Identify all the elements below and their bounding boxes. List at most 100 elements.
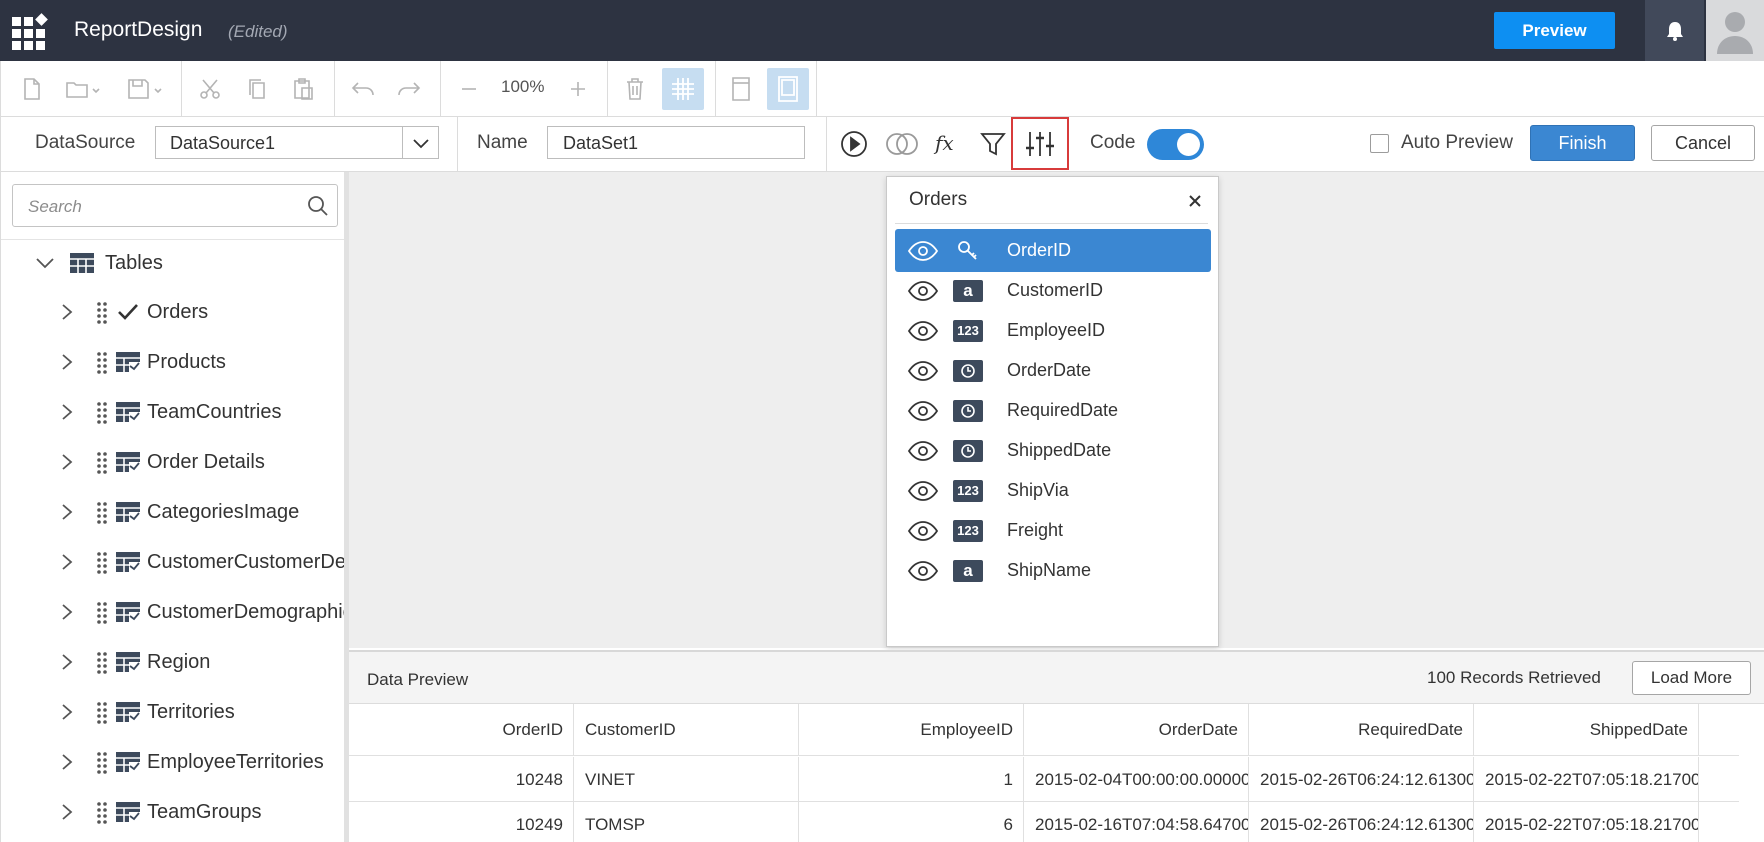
user-avatar[interactable] [1706, 0, 1764, 61]
chevron-right-icon[interactable] [57, 802, 77, 822]
column-item[interactable]: RequiredDate [895, 389, 1211, 432]
zoom-level[interactable]: 100% [501, 77, 544, 97]
eye-icon[interactable] [907, 320, 939, 342]
column-header[interactable]: EmployeeID [799, 704, 1024, 756]
drag-handle-icon[interactable] [95, 300, 109, 324]
copy-icon[interactable] [243, 75, 271, 103]
drag-handle-icon[interactable] [95, 700, 109, 724]
column-header[interactable]: OrderID [349, 704, 574, 756]
auto-preview-checkbox[interactable] [1370, 134, 1389, 153]
load-more-button[interactable]: Load More [1632, 661, 1751, 695]
drag-handle-icon[interactable] [95, 500, 109, 524]
chevron-right-icon[interactable] [57, 602, 77, 622]
expression-icon[interactable]: fx [933, 129, 963, 159]
apps-grid-icon[interactable] [12, 13, 48, 50]
tree-item[interactable]: CustomerCustomerDemo [57, 547, 344, 577]
drag-handle-icon[interactable] [95, 400, 109, 424]
table-row[interactable]: 10249 TOMSP 6 2015-02-16T07:04:58.6470000 20… [349, 802, 1739, 842]
eye-icon[interactable] [907, 480, 939, 502]
column-item-label: EmployeeID [1007, 320, 1106, 340]
drag-handle-icon[interactable] [95, 450, 109, 474]
column-item[interactable]: a CustomerID [895, 269, 1211, 312]
eye-icon[interactable] [907, 400, 939, 422]
eye-icon[interactable] [907, 440, 939, 462]
chevron-right-icon[interactable] [57, 402, 77, 422]
open-folder-icon[interactable] [63, 75, 103, 103]
chevron-down-icon[interactable] [35, 256, 55, 270]
finish-button[interactable]: Finish [1530, 125, 1635, 161]
column-item[interactable]: OrderDate [895, 349, 1211, 392]
tree-item[interactable]: TeamGroups [57, 797, 262, 827]
filter-icon[interactable] [978, 129, 1008, 159]
tree-item[interactable]: TeamCountries [57, 397, 282, 427]
save-icon[interactable] [125, 75, 165, 103]
tree-item[interactable]: Products [57, 347, 226, 377]
tree-item[interactable]: Region [57, 647, 210, 677]
code-toggle[interactable] [1147, 129, 1204, 160]
svg-text:fx: fx [933, 131, 954, 155]
chevron-down-icon[interactable] [402, 127, 438, 158]
run-icon[interactable] [839, 129, 869, 159]
close-icon[interactable] [1186, 192, 1204, 210]
tree-item[interactable]: Orders [57, 297, 208, 327]
drag-handle-icon[interactable] [95, 750, 109, 774]
page-view-icon[interactable] [727, 75, 755, 103]
cancel-button[interactable]: Cancel [1651, 125, 1755, 161]
column-item[interactable]: a ShipName [895, 549, 1211, 592]
column-item[interactable]: 123 ShipVia [895, 469, 1211, 512]
delete-icon[interactable] [621, 75, 649, 103]
column-header[interactable]: ShippedDate [1474, 704, 1699, 756]
column-header[interactable]: OrderDate [1024, 704, 1249, 756]
eye-icon[interactable] [907, 520, 939, 542]
drag-handle-icon[interactable] [95, 800, 109, 824]
undo-icon[interactable] [349, 75, 377, 103]
preview-button[interactable]: Preview [1494, 12, 1615, 49]
column-item[interactable]: 123 EmployeeID [895, 309, 1211, 352]
zoom-out-icon[interactable] [455, 75, 483, 103]
column-header[interactable]: RequiredDate [1249, 704, 1474, 756]
eye-icon[interactable] [907, 240, 939, 262]
chevron-right-icon[interactable] [57, 652, 77, 672]
column-item[interactable]: 123 Freight [895, 509, 1211, 552]
chevron-right-icon[interactable] [57, 552, 77, 572]
eye-icon[interactable] [907, 560, 939, 582]
paste-icon[interactable] [289, 75, 317, 103]
dataset-name-field[interactable]: DataSet1 [547, 126, 805, 159]
tree-item-label: Products [147, 350, 226, 373]
eye-icon[interactable] [907, 280, 939, 302]
zoom-in-icon[interactable] [564, 75, 592, 103]
tree-item[interactable]: Territories [57, 697, 235, 727]
chevron-right-icon[interactable] [57, 302, 77, 322]
drag-handle-icon[interactable] [95, 600, 109, 624]
datasource-select[interactable]: DataSource1 [155, 126, 439, 159]
tree-item[interactable]: Order Details [57, 447, 265, 477]
new-file-icon[interactable] [18, 75, 46, 103]
drag-handle-icon[interactable] [95, 350, 109, 374]
tree-item[interactable]: CustomerDemographics [57, 597, 344, 627]
tree-item[interactable]: EmployeeTerritories [57, 747, 324, 777]
chevron-right-icon[interactable] [57, 452, 77, 472]
chevron-right-icon[interactable] [57, 752, 77, 772]
chevron-right-icon[interactable] [57, 702, 77, 722]
table-row[interactable]: 10248 VINET 1 2015-02-04T00:00:00.0000000 20… [349, 757, 1739, 802]
datetime-icon [961, 443, 975, 458]
tree-item[interactable]: CategoriesImage [57, 497, 299, 527]
tablet-view-icon[interactable] [767, 68, 809, 110]
column-item[interactable]: ShippedDate [895, 429, 1211, 472]
drag-handle-icon[interactable] [95, 650, 109, 674]
table-icon [116, 402, 140, 422]
cut-icon[interactable] [196, 75, 224, 103]
drag-handle-icon[interactable] [95, 550, 109, 574]
eye-icon[interactable] [907, 360, 939, 382]
chevron-right-icon[interactable] [57, 352, 77, 372]
column-header[interactable]: CustomerID [574, 704, 799, 756]
grid-lines-icon[interactable] [662, 68, 704, 110]
chevron-right-icon[interactable] [57, 502, 77, 522]
join-icon[interactable] [884, 129, 920, 159]
redo-icon[interactable] [395, 75, 423, 103]
notifications-button[interactable] [1645, 0, 1704, 61]
search-icon[interactable] [307, 195, 329, 217]
column-item[interactable]: OrderID [895, 229, 1211, 272]
tree-root-tables[interactable]: Tables [35, 248, 163, 278]
search-input[interactable]: Search [12, 184, 338, 227]
